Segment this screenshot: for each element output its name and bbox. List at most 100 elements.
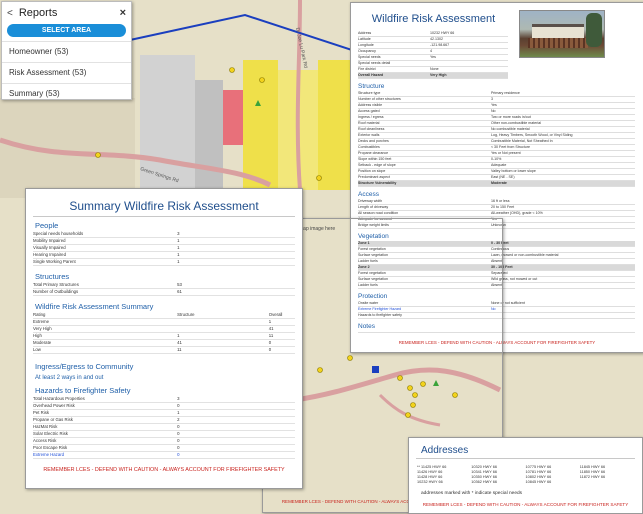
row-value: 1: [177, 252, 180, 257]
row-label: Extreme Hazard: [33, 452, 65, 457]
row-label: Combustibles: [358, 145, 380, 149]
people-heading: People: [35, 221, 59, 230]
table-row: Mobility Impaired 1: [33, 238, 295, 245]
row-label: Overhead Power Risk: [33, 403, 75, 408]
column-header: Overall: [268, 312, 283, 317]
address-column: 10775 HWY 66 10781 HWY 66 10802 HWY 66 1084…: [526, 465, 580, 485]
table-row: High 1 11: [33, 333, 295, 340]
table-row: Extreme 1: [33, 319, 295, 326]
row-value: 61: [177, 289, 182, 294]
row-value: Yes or Not present: [490, 151, 521, 155]
row-label: Total Primary Structures: [33, 282, 79, 287]
divider: [416, 458, 635, 459]
row-value: No: [490, 109, 496, 113]
row-label: Position on slope: [358, 169, 386, 173]
parcel-yellow: [318, 60, 353, 190]
cell-overall: 0: [268, 347, 272, 352]
cell-structure: [177, 319, 269, 325]
row-value: 2: [177, 417, 180, 422]
table-row: Overhead Power Risk 0: [33, 403, 295, 410]
report-title: Wildfire Risk Assessment: [371, 13, 496, 25]
table-row: Propane or Gas Risk 2: [33, 417, 295, 424]
row-label: Pet Risk: [33, 410, 49, 415]
table-row: Overall Hazard Very High: [358, 73, 508, 79]
report-item-homeowner[interactable]: Homeowner (53): [2, 42, 131, 63]
row-label: Hearing Impaired: [33, 252, 66, 257]
table-row: Low 11 0: [33, 347, 295, 354]
address-item: 11872 HWY 66: [579, 475, 606, 479]
row-value: Yes: [430, 55, 436, 59]
report-item-risk-assessment[interactable]: Risk Assessment (53): [2, 63, 131, 84]
table-row: Visually Impaired 1: [33, 245, 295, 252]
row-value: No combustible material: [490, 127, 530, 131]
cell-overall: 41: [268, 326, 274, 331]
row-label: Slope within 150 feet: [358, 157, 392, 161]
row-label: Roof cleanliness: [358, 127, 385, 131]
row-label: Access gated: [358, 109, 380, 113]
row-value: 0-10%: [490, 157, 502, 161]
table-row: Pet Risk 1: [33, 410, 295, 417]
back-icon[interactable]: <: [7, 8, 13, 19]
missing-image-text: map image here: [299, 226, 336, 232]
property-marker[interactable]: [229, 67, 235, 73]
property-marker[interactable]: [95, 152, 101, 158]
row-label: Number of other structures: [358, 97, 401, 101]
select-area-button[interactable]: SELECT AREA: [7, 24, 126, 37]
row-value: 10232 HWY 66: [430, 31, 455, 35]
reports-title: Reports: [18, 7, 58, 19]
row-label: Latitude: [358, 37, 371, 41]
row-label: Address: [358, 31, 372, 35]
report-item-summary[interactable]: Summary (53): [2, 84, 131, 99]
cell-overall: 1: [268, 319, 272, 324]
row-value: East (NE - SE): [490, 175, 515, 179]
house-photo: [519, 10, 605, 58]
address-column: 11845 HWY 66 11850 HWY 66 11872 HWY 66: [580, 465, 634, 485]
summary-report: Summary Wildfire Risk Assessment People …: [25, 188, 303, 489]
close-icon[interactable]: ×: [120, 7, 126, 19]
row-label: Longitude: [358, 43, 374, 47]
cell-rating: Moderate: [33, 340, 52, 345]
address-column: 10320 HWY 66 10341 HWY 66 10350 HWY 66 1036…: [471, 465, 525, 485]
wra-summary-heading: Wildfire Risk Assessment Summary: [35, 302, 154, 311]
row-value: Combustible Material, Not Sheathed In: [490, 139, 553, 143]
row-value: Yes: [490, 103, 497, 107]
table-row: Very High 41: [33, 326, 295, 333]
row-value: 53: [177, 282, 182, 287]
row-label: Roof material: [358, 121, 380, 125]
address-item: 10845 HWY 66: [525, 480, 552, 484]
row-label: Driveway width: [358, 199, 383, 203]
address-item: 10232 HWY 66: [417, 480, 443, 484]
table-row: Hearing Impaired 1: [33, 252, 295, 259]
row-value: 1: [177, 259, 180, 264]
summary-title: Summary Wildfire Risk Assessment: [69, 199, 259, 213]
row-value: 3: [490, 97, 493, 101]
column-header: Rating: [33, 312, 46, 317]
row-label: Address visible: [358, 103, 383, 107]
table-row: Single Working Parent 1: [33, 259, 295, 266]
structures-heading: Structures: [35, 272, 70, 281]
row-label: Poor Escape Risk: [33, 445, 68, 450]
table-row: Access Risk 0: [33, 438, 295, 445]
cell-structure: 11: [177, 347, 182, 352]
row-value: 16 ft or less: [490, 199, 510, 203]
hazards-heading: Hazards to Firefighter Safety: [35, 386, 131, 395]
row-value: 0: [177, 445, 180, 450]
row-value: 42.1302: [430, 37, 443, 41]
row-value: 0: [177, 431, 180, 436]
access-heading: Access: [358, 191, 379, 198]
row-value: None: [430, 67, 439, 71]
cell-overall: 11: [268, 333, 274, 338]
row-label: Setback - edge of slope: [358, 163, 396, 167]
row-value: Very High: [430, 73, 447, 77]
property-marker[interactable]: [259, 77, 265, 83]
property-marker[interactable]: [316, 175, 322, 181]
address-item: 10362 HWY 66: [471, 480, 497, 484]
cell-structure: 1: [177, 333, 180, 338]
row-value: 0: [177, 438, 180, 443]
summary-warning-text: REMEMBER LCES - DEFEND WITH CAUTION - AL…: [43, 467, 285, 473]
row-label: Predominant aspect: [358, 175, 390, 179]
row-value: 3: [177, 396, 180, 401]
row-value: 4: [430, 49, 432, 53]
cell-overall: 0: [268, 340, 272, 345]
table-row: Special needs households 3: [33, 231, 295, 238]
